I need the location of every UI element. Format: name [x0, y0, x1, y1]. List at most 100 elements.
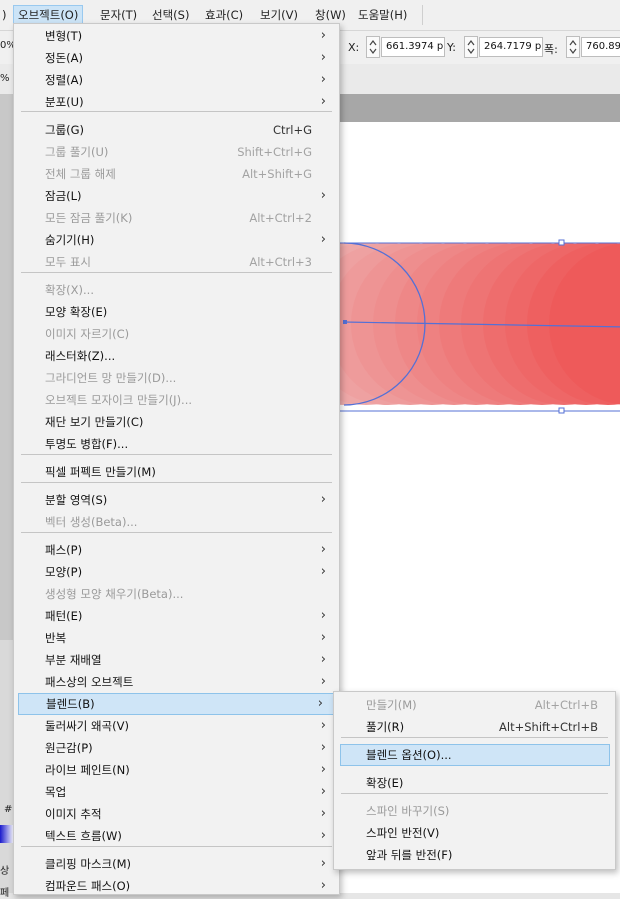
- chevron-right-icon: ›: [320, 652, 326, 667]
- menu-item-label: 확장(X)...: [45, 283, 94, 297]
- menu-object[interactable]: 오브젝트(O): [13, 5, 84, 25]
- tab-fragment: %: [0, 73, 10, 84]
- menu-item-label: 반복: [45, 631, 67, 645]
- object-menu-item[interactable]: 부분 재배열 ›: [15, 649, 338, 671]
- object-menu-item[interactable]: 그룹 풀기(U) Shift+Ctrl+G: [15, 141, 338, 163]
- menu-view[interactable]: 보기(V): [256, 6, 302, 24]
- object-menu-item[interactable]: 잠금(L) ›: [15, 185, 338, 207]
- object-menu-item[interactable]: 투명도 병합(F)...: [15, 433, 338, 455]
- object-menu-item[interactable]: 클리핑 마스크(M) ›: [15, 853, 338, 875]
- object-menu-item[interactable]: 패스(P) ›: [15, 539, 338, 561]
- object-menu-item[interactable]: 모두 표시 Alt+Ctrl+3: [15, 251, 338, 273]
- object-menu-item[interactable]: 원근감(P) ›: [15, 737, 338, 759]
- menu-item-label: 둘러싸기 왜곡(V): [45, 719, 129, 733]
- anchor-point[interactable]: [343, 320, 347, 324]
- width-stepper[interactable]: [566, 36, 580, 58]
- object-menu-item[interactable]: 텍스트 흐름(W) ›: [15, 825, 338, 847]
- object-menu-item[interactable]: 블렌드(B) ›: [18, 693, 336, 715]
- object-menu-item[interactable]: 변형(T) ›: [15, 25, 338, 47]
- menubar-divider: [422, 5, 423, 25]
- x-stepper[interactable]: [366, 36, 380, 58]
- blend-submenu-item[interactable]: 확장(E): [335, 772, 614, 794]
- object-menu-item[interactable]: 패스상의 오브젝트 ›: [15, 671, 338, 693]
- x-field[interactable]: 661.3974 p: [381, 37, 445, 57]
- object-menu-item[interactable]: 모양 확장(E): [15, 301, 338, 323]
- width-field[interactable]: 760.897: [581, 37, 620, 57]
- object-menu-item[interactable]: 모든 잠금 풀기(K) Alt+Ctrl+2: [15, 207, 338, 229]
- object-menu-item[interactable]: 그라디언트 망 만들기(D)...: [15, 367, 338, 389]
- menu-item-label: 재단 보기 만들기(C): [45, 415, 144, 429]
- menu-item-label: 확장(E): [366, 776, 404, 790]
- blend-submenu-item[interactable]: 만들기(M) Alt+Ctrl+B: [335, 694, 614, 716]
- menu-item-label: 그라디언트 망 만들기(D)...: [45, 371, 177, 385]
- object-menu-item[interactable]: 오브젝트 모자이크 만들기(J)...: [15, 389, 338, 411]
- object-menu-item[interactable]: 생성형 모양 채우기(Beta)...: [15, 583, 338, 605]
- menu-item-label: 스파인 바꾸기(S): [366, 804, 450, 818]
- chevron-right-icon: ›: [320, 232, 326, 247]
- object-menu-item[interactable]: 숨기기(H) ›: [15, 229, 338, 251]
- menu-item-label: 패턴(E): [45, 609, 83, 623]
- blend-submenu-item[interactable]: 스파인 바꾸기(S): [335, 800, 614, 822]
- object-menu-item[interactable]: 이미지 추적 ›: [15, 803, 338, 825]
- menu-select[interactable]: 선택(S): [148, 6, 193, 24]
- object-menu-item[interactable]: 컴파운드 패스(O) ›: [15, 875, 338, 897]
- blend-submenu-item[interactable]: 풀기(R) Alt+Shift+Ctrl+B: [335, 716, 614, 738]
- object-menu-item[interactable]: 이미지 자르기(C): [15, 323, 338, 345]
- chevron-right-icon: ›: [320, 718, 326, 733]
- chevron-right-icon: ›: [320, 28, 326, 43]
- blend-submenu-item[interactable]: 블렌드 옵션(O)...: [340, 744, 610, 766]
- menu-item-label: 오브젝트 모자이크 만들기(J)...: [45, 393, 193, 407]
- menu-item-label: 이미지 자르기(C): [45, 327, 130, 341]
- object-menu-item[interactable]: 확장(X)...: [15, 279, 338, 301]
- menu-item-label: 모양(P): [45, 565, 83, 579]
- object-menu-item[interactable]: 그룹(G) Ctrl+G: [15, 119, 338, 141]
- object-menu-item[interactable]: 둘러싸기 왜곡(V) ›: [15, 715, 338, 737]
- menu-item-label: 부분 재배열: [45, 653, 102, 667]
- bounding-handle-bottom[interactable]: [558, 407, 565, 414]
- chevron-right-icon: ›: [317, 696, 323, 711]
- chevron-right-icon: ›: [320, 50, 326, 65]
- y-stepper[interactable]: [464, 36, 478, 58]
- chevron-right-icon: ›: [320, 674, 326, 689]
- menu-item-label: 전체 그룹 해제: [45, 167, 116, 181]
- menu-item-shortcut: Alt+Ctrl+B: [534, 698, 598, 712]
- object-menu-item[interactable]: 전체 그룹 해제 Alt+Shift+G: [15, 163, 338, 185]
- object-menu-item[interactable]: 모양(P) ›: [15, 561, 338, 583]
- object-menu-item[interactable]: 반복 ›: [15, 627, 338, 649]
- chevron-right-icon: ›: [320, 542, 326, 557]
- menu-effect[interactable]: 효과(C): [201, 6, 247, 24]
- object-menu-item[interactable]: 패턴(E) ›: [15, 605, 338, 627]
- object-menu-item[interactable]: 라이브 페인트(N) ›: [15, 759, 338, 781]
- menu-item-label: 잠금(L): [45, 189, 82, 203]
- y-field[interactable]: 264.7179 p: [479, 37, 543, 57]
- panel-fragment-a: #: [4, 804, 13, 815]
- menu-edit-fragment[interactable]: ): [0, 6, 11, 24]
- gradient-swatch[interactable]: [0, 825, 14, 843]
- menu-item-label: 클리핑 마스크(M): [45, 857, 132, 871]
- object-menu-item[interactable]: 목업 ›: [15, 781, 338, 803]
- bounding-handle-top[interactable]: [558, 239, 565, 246]
- menu-type[interactable]: 문자(T): [96, 6, 141, 24]
- object-menu-item[interactable]: 정돈(A) ›: [15, 47, 338, 69]
- menu-item-shortcut: Shift+Ctrl+G: [237, 145, 312, 159]
- chevron-right-icon: ›: [320, 188, 326, 203]
- object-menu-item[interactable]: 분할 영역(S) ›: [15, 489, 338, 511]
- chevron-right-icon: ›: [320, 784, 326, 799]
- properties-panel-edge: # 상 페: [0, 640, 14, 899]
- object-menu-item[interactable]: 정렬(A) ›: [15, 69, 338, 91]
- object-menu-item[interactable]: 분포(U) ›: [15, 91, 338, 113]
- menu-help[interactable]: 도움말(H): [354, 6, 411, 24]
- y-label: Y:: [447, 41, 456, 54]
- object-menu-item[interactable]: 재단 보기 만들기(C): [15, 411, 338, 433]
- menu-item-label: 라이브 페인트(N): [45, 763, 130, 777]
- chevron-right-icon: ›: [320, 630, 326, 645]
- chevron-right-icon: ›: [320, 492, 326, 507]
- object-menu-item[interactable]: 픽셀 퍼펙트 만들기(M): [15, 461, 338, 483]
- menu-item-label: 분할 영역(S): [45, 493, 108, 507]
- object-menu-item[interactable]: 래스터화(Z)...: [15, 345, 338, 367]
- menu-window[interactable]: 창(W): [311, 6, 350, 24]
- blend-submenu-item[interactable]: 스파인 반전(V): [335, 822, 614, 844]
- blend-submenu-item[interactable]: 앞과 뒤를 반전(F): [335, 844, 614, 866]
- object-menu-item[interactable]: 벡터 생성(Beta)...: [15, 511, 338, 533]
- chevron-right-icon: ›: [320, 564, 326, 579]
